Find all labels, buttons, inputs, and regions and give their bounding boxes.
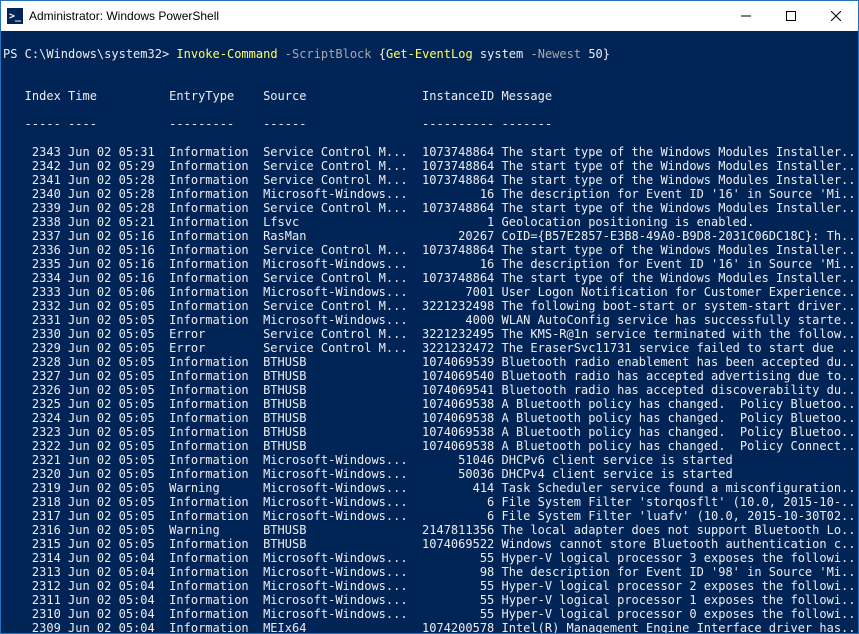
eventlog-row: 2323 Jun 02 05:05 Information BTHUSB 107… <box>3 425 858 439</box>
eventlog-row: 2329 Jun 02 05:05 Error Service Control … <box>3 341 858 355</box>
cmd-invoke: Invoke-Command <box>176 47 277 61</box>
eventlog-row: 2340 Jun 02 05:28 Information Microsoft-… <box>3 187 858 201</box>
eventlog-row: 2343 Jun 02 05:31 Information Service Co… <box>3 145 858 159</box>
eventlog-row: 2313 Jun 02 05:04 Information Microsoft-… <box>3 565 858 579</box>
maximize-button[interactable] <box>768 1 813 31</box>
eventlog-row: 2315 Jun 02 05:05 Information BTHUSB 107… <box>3 537 858 551</box>
eventlog-row: 2331 Jun 02 05:05 Information Microsoft-… <box>3 313 858 327</box>
prompt-line: PS C:\Windows\system32> Invoke-Command -… <box>3 47 858 61</box>
eventlog-row: 2338 Jun 02 05:21 Information Lfsvc 1 Ge… <box>3 215 858 229</box>
close-button[interactable] <box>813 1 858 31</box>
eventlog-row: 2309 Jun 02 05:04 Information MEIx64 107… <box>3 621 858 633</box>
window-title: Administrator: Windows PowerShell <box>29 9 219 23</box>
eventlog-row: 2324 Jun 02 05:05 Information BTHUSB 107… <box>3 411 858 425</box>
eventlog-row: 2316 Jun 02 05:05 Warning BTHUSB 2147811… <box>3 523 858 537</box>
eventlog-row: 2341 Jun 02 05:28 Information Service Co… <box>3 173 858 187</box>
cmd-newest: -Newest <box>531 47 582 61</box>
powershell-icon: >_ <box>7 8 23 24</box>
eventlog-row: 2337 Jun 02 05:16 Information RasMan 202… <box>3 229 858 243</box>
cmd-geteventlog: Get-EventLog <box>386 47 473 61</box>
minimize-button[interactable] <box>723 1 768 31</box>
titlebar[interactable]: >_ Administrator: Windows PowerShell <box>1 1 858 31</box>
eventlog-row: 2321 Jun 02 05:05 Information Microsoft-… <box>3 453 858 467</box>
eventlog-row: 2312 Jun 02 05:04 Information Microsoft-… <box>3 579 858 593</box>
prompt: PS C:\Windows\system32> <box>3 47 169 61</box>
cmd-brace-open: { <box>379 47 386 61</box>
cmd-system: system <box>480 47 523 61</box>
eventlog-row: 2310 Jun 02 05:04 Information Microsoft-… <box>3 607 858 621</box>
eventlog-row: 2320 Jun 02 05:05 Information Microsoft-… <box>3 467 858 481</box>
eventlog-row: 2317 Jun 02 05:05 Information Microsoft-… <box>3 509 858 523</box>
eventlog-row: 2334 Jun 02 05:16 Information Service Co… <box>3 271 858 285</box>
eventlog-row: 2326 Jun 02 05:05 Information BTHUSB 107… <box>3 383 858 397</box>
maximize-icon <box>786 11 796 21</box>
eventlog-row: 2322 Jun 02 05:05 Information BTHUSB 107… <box>3 439 858 453</box>
eventlog-row: 2335 Jun 02 05:16 Information Microsoft-… <box>3 257 858 271</box>
eventlog-row: 2342 Jun 02 05:29 Information Service Co… <box>3 159 858 173</box>
eventlog-row: 2330 Jun 02 05:05 Error Service Control … <box>3 327 858 341</box>
eventlog-row: 2333 Jun 02 05:06 Information Microsoft-… <box>3 285 858 299</box>
eventlog-row: 2328 Jun 02 05:05 Information BTHUSB 107… <box>3 355 858 369</box>
eventlog-row: 2325 Jun 02 05:05 Information BTHUSB 107… <box>3 397 858 411</box>
eventlog-row: 2332 Jun 02 05:05 Information Service Co… <box>3 299 858 313</box>
eventlog-row: 2339 Jun 02 05:28 Information Service Co… <box>3 201 858 215</box>
terminal-body[interactable]: PS C:\Windows\system32> Invoke-Command -… <box>1 31 858 633</box>
header-dashes: ----- ---- --------- ------ ---------- -… <box>3 117 858 131</box>
eventlog-row: 2336 Jun 02 05:16 Information Service Co… <box>3 243 858 257</box>
minimize-icon <box>741 11 751 21</box>
cmd-scriptblock: -ScriptBlock <box>285 47 372 61</box>
eventlog-row: 2319 Jun 02 05:05 Warning Microsoft-Wind… <box>3 481 858 495</box>
eventlog-row: 2314 Jun 02 05:04 Information Microsoft-… <box>3 551 858 565</box>
eventlog-row: 2311 Jun 02 05:04 Information Microsoft-… <box>3 593 858 607</box>
header-row: Index Time EntryType Source InstanceID M… <box>3 89 858 103</box>
cmd-50: 50 <box>588 47 602 61</box>
cmd-brace-close: } <box>603 47 610 61</box>
eventlog-row: 2318 Jun 02 05:05 Information Microsoft-… <box>3 495 858 509</box>
close-icon <box>831 11 841 21</box>
eventlog-row: 2327 Jun 02 05:05 Information BTHUSB 107… <box>3 369 858 383</box>
